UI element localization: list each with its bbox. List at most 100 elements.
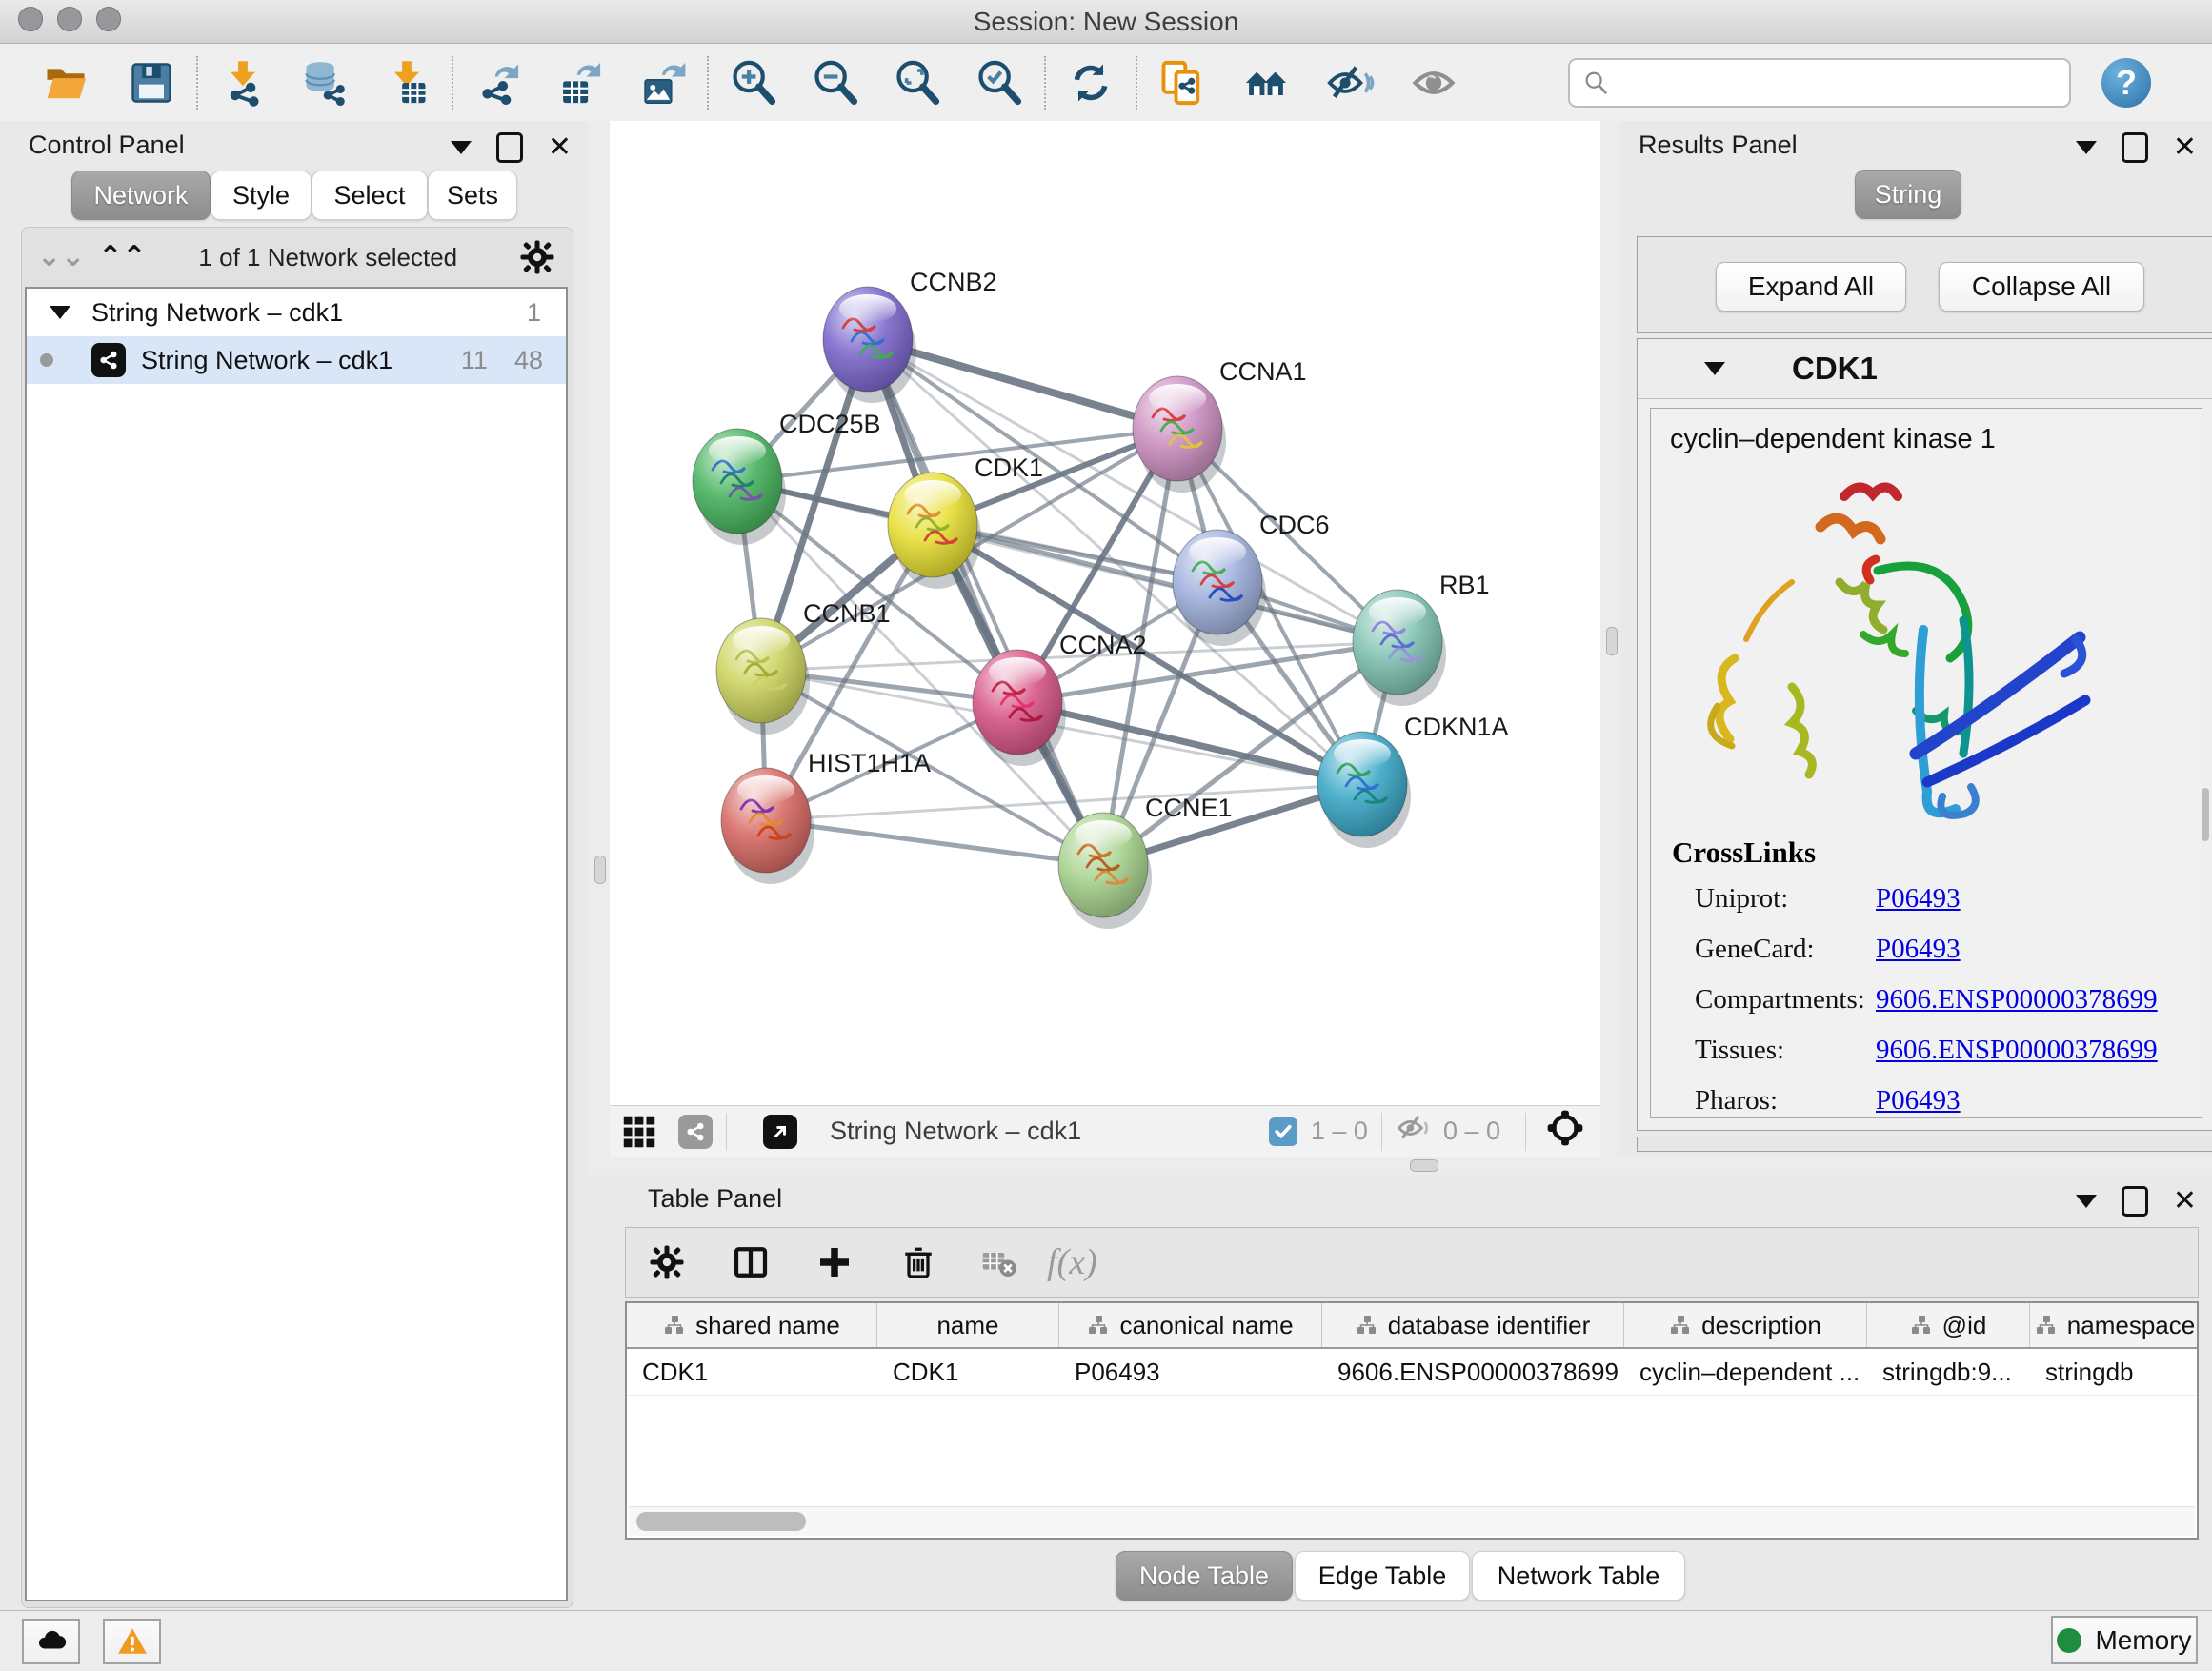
control-panel-float-icon[interactable] [496,132,523,163]
column-header-name[interactable]: name [877,1303,1059,1347]
bottom-panel-divider[interactable] [589,1156,2212,1175]
crosslink-link[interactable]: P06493 [1876,883,1961,915]
table-options-gear-icon[interactable] [639,1235,694,1290]
tab-edge-table[interactable]: Edge Table [1295,1551,1470,1601]
import-network-from-database-button[interactable] [295,55,354,111]
zoom-in-button[interactable] [724,55,783,111]
control-panel-menu-icon[interactable] [451,141,472,154]
memory-button[interactable]: Memory [2051,1616,2198,1664]
tab-string[interactable]: String [1855,170,1961,219]
divider-grip[interactable] [1606,627,1618,655]
network-edge[interactable] [933,525,1398,642]
control-panel-close-icon[interactable]: ✕ [548,133,572,162]
network-node-cdkn1a[interactable]: CDKN1A [1317,713,1509,848]
expand-all-networks-icon[interactable]: ⌃⌃ [98,243,146,272]
horizontal-scrollbar[interactable] [629,1506,2195,1536]
network-node-cdc6[interactable]: CDC6 [1173,511,1330,646]
left-panel-divider[interactable] [589,121,610,1156]
network-canvas[interactable]: CCNB2CCNA1CDC25BCDK1CDC6RB1CCNB1CCNA2CDK… [610,121,1600,1105]
warnings-button[interactable] [103,1619,161,1664]
tab-node-table[interactable]: Node Table [1116,1551,1293,1601]
add-column-icon[interactable] [807,1235,862,1290]
show-columns-icon[interactable] [723,1235,778,1290]
table-row[interactable]: CDK1CDK1P064939606.ENSP00000378699cyclin… [627,1349,2197,1396]
navigator-crosshair-icon[interactable] [1545,1108,1585,1155]
export-image-button[interactable] [633,55,692,111]
zoom-fit-button[interactable] [888,55,947,111]
first-neighbors-button[interactable] [1237,55,1296,111]
network-row-selected[interactable]: String Network – cdk1 11 48 [27,336,566,384]
window-zoom-button[interactable] [96,7,121,31]
results-panel-menu-icon[interactable] [2076,141,2097,154]
network-node-ccnb2[interactable]: CCNB2 [823,268,997,403]
help-button[interactable]: ? [2101,58,2151,108]
export-table-button[interactable] [551,55,610,111]
results-panel-float-icon[interactable] [2122,132,2148,163]
selected-node-edge-counts: 1 – 0 [1311,1117,1368,1146]
zoom-fit-icon [893,58,942,108]
network-edge[interactable] [766,820,1103,865]
table-toolbar: f(x) [625,1227,2199,1298]
export-network-button[interactable] [469,55,528,111]
window-minimize-button[interactable] [57,7,82,31]
zoom-out-button[interactable] [806,55,865,111]
apply-layout-button[interactable] [1061,55,1120,111]
hidden-eye-icon[interactable] [1396,1110,1432,1153]
column-header-namespace[interactable]: namespace [2030,1303,2199,1347]
results-panel-close-icon[interactable]: ✕ [2173,133,2197,162]
results-scrollbar-thumb[interactable] [2202,788,2209,841]
divider-grip[interactable] [594,856,606,884]
import-network-button[interactable] [213,55,272,111]
column-header--id[interactable]: @id [1867,1303,2030,1347]
import-table-icon [382,58,432,108]
tab-select[interactable]: Select [312,171,428,220]
show-all-button[interactable] [1404,55,1463,111]
network-node-cdc25b[interactable]: CDC25B [693,410,881,545]
tab-style[interactable]: Style [211,171,312,220]
crosslink-link[interactable]: P06493 [1876,934,1961,965]
zoom-selected-button[interactable] [970,55,1029,111]
network-node-ccne1[interactable]: CCNE1 [1058,794,1233,929]
network-node-rb1[interactable]: RB1 [1353,571,1490,706]
crosslink-link[interactable]: 9606.ENSP00000378699 [1876,984,2158,1016]
collection-expander-icon[interactable] [50,306,70,319]
collapse-all-networks-icon[interactable]: ⌄⌄ [37,243,85,272]
table-cell: cyclin–dependent ... [1624,1349,1867,1395]
tab-network-table[interactable]: Network Table [1472,1551,1685,1601]
selected-checkbox-icon[interactable] [1269,1117,1297,1146]
network-options-gear-icon[interactable] [510,230,565,285]
window-close-button[interactable] [18,7,43,31]
clone-network-button[interactable] [1153,55,1212,111]
grid-view-icon[interactable] [612,1104,667,1159]
right-panel-divider[interactable] [1600,121,1621,1156]
scrollbar-thumb[interactable] [636,1512,806,1531]
column-header-canonical-name[interactable]: canonical name [1059,1303,1322,1347]
crosslink-link[interactable]: 9606.ENSP00000378699 [1876,1035,2158,1066]
network-edge[interactable] [868,339,1103,865]
network-view-type-icon[interactable] [678,1115,713,1149]
results-panel: Results Panel ✕ String Expand All Collap… [1619,121,2212,1156]
crosslink-link[interactable]: P06493 [1876,1085,1961,1117]
search-input[interactable] [1610,67,2058,98]
search-field[interactable] [1568,58,2071,108]
collapse-all-button[interactable]: Collapse All [1939,262,2144,312]
tab-network[interactable]: Network [71,171,211,220]
hide-selected-button[interactable] [1320,55,1379,111]
column-header-description[interactable]: description [1624,1303,1867,1347]
expand-all-button[interactable]: Expand All [1716,262,1906,312]
tab-sets[interactable]: Sets [428,171,517,220]
column-header-database-identifier[interactable]: database identifier [1322,1303,1624,1347]
save-session-button[interactable] [122,55,181,111]
table-panel-close-icon[interactable]: ✕ [2173,1187,2197,1216]
open-session-button[interactable] [36,55,95,111]
gene-expander-icon[interactable] [1704,362,1725,375]
network-collection-row[interactable]: String Network – cdk1 1 [27,289,566,336]
table-panel-float-icon[interactable] [2122,1186,2148,1217]
table-panel-menu-icon[interactable] [2076,1195,2097,1208]
import-table-button[interactable] [377,55,436,111]
detach-view-icon[interactable] [763,1115,797,1149]
cloud-status-button[interactable] [22,1619,80,1664]
delete-column-icon[interactable] [891,1235,946,1290]
divider-grip[interactable] [1410,1159,1438,1172]
column-header-shared-name[interactable]: shared name [627,1303,877,1347]
